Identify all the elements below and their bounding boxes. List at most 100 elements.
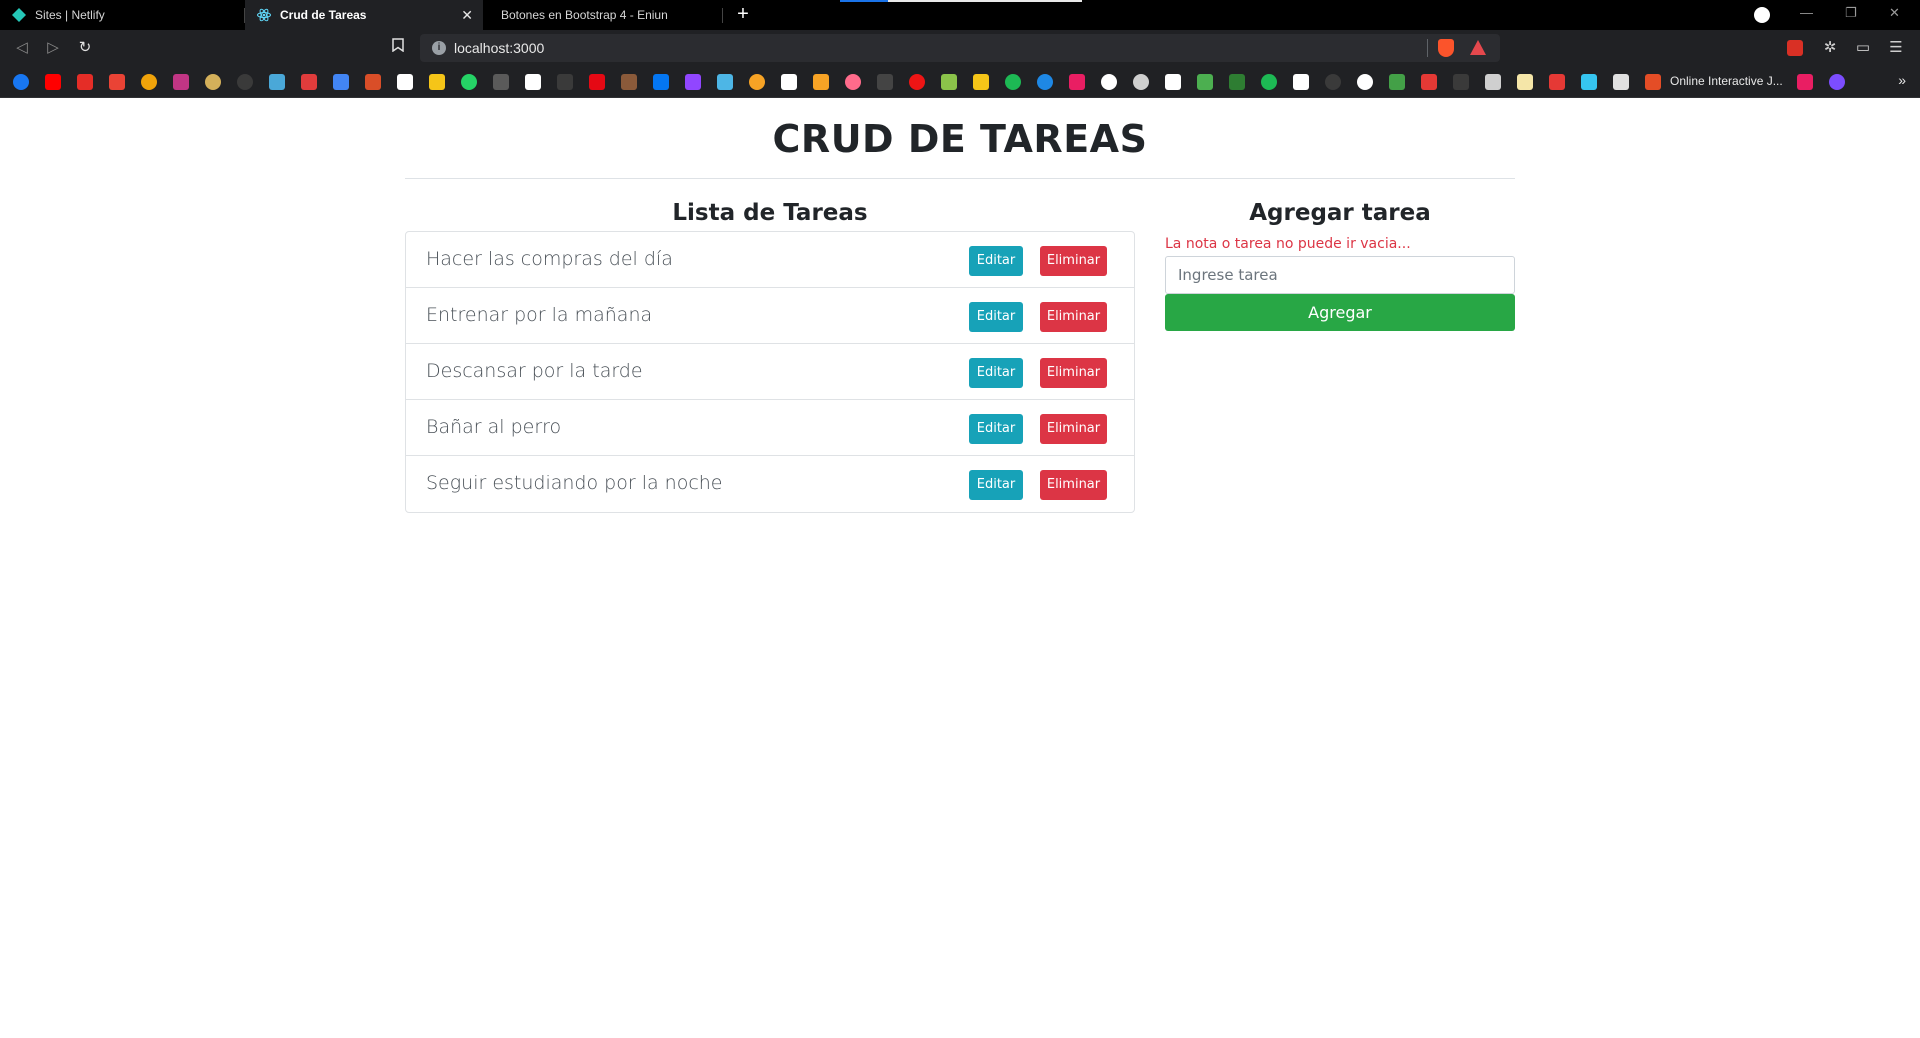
bookmark-icon[interactable] bbox=[1485, 74, 1501, 90]
github-icon[interactable] bbox=[1101, 74, 1117, 90]
bookmark-icon[interactable] bbox=[1389, 74, 1405, 90]
bookmark-icon[interactable] bbox=[1829, 74, 1845, 90]
google-icon[interactable] bbox=[1357, 74, 1373, 90]
bookmark-icon[interactable] bbox=[557, 74, 573, 90]
google-translate-icon[interactable] bbox=[333, 74, 349, 90]
close-icon[interactable]: ✕ bbox=[461, 7, 473, 24]
add-button[interactable]: Agregar bbox=[1165, 294, 1515, 331]
bookmark-icon[interactable] bbox=[973, 74, 989, 90]
bookmark-icon[interactable] bbox=[141, 74, 157, 90]
bookmark-icon[interactable] bbox=[1613, 74, 1629, 90]
delete-button[interactable]: Eliminar bbox=[1040, 470, 1107, 500]
bookmark-icon[interactable] bbox=[429, 74, 445, 90]
bookmark-icon[interactable] bbox=[717, 74, 733, 90]
delete-button[interactable]: Eliminar bbox=[1040, 246, 1107, 276]
brave-rewards-icon[interactable] bbox=[1470, 40, 1486, 55]
youtube-music-icon[interactable] bbox=[77, 74, 93, 90]
bookmark-icon[interactable] bbox=[781, 74, 797, 90]
netflix-icon[interactable] bbox=[589, 74, 605, 90]
page-content: CRUD DE TAREAS Lista de Tareas Hacer las… bbox=[0, 99, 1920, 1038]
bookmark-icon[interactable] bbox=[1037, 74, 1053, 90]
gmail-icon[interactable] bbox=[109, 74, 125, 90]
window-close-icon[interactable]: ✕ bbox=[1889, 5, 1900, 21]
edit-button[interactable]: Editar bbox=[969, 246, 1023, 276]
bookmark-icon[interactable] bbox=[653, 74, 669, 90]
tab-title: Crud de Tareas bbox=[280, 8, 367, 22]
loading-indicator-track bbox=[888, 0, 1082, 2]
bookmark-icon[interactable] bbox=[749, 74, 765, 90]
extension-icon[interactable] bbox=[1787, 40, 1803, 56]
list-item: Entrenar por la mañana Editar Eliminar bbox=[406, 288, 1134, 344]
new-tab-button[interactable]: + bbox=[732, 3, 754, 25]
amazon-icon[interactable] bbox=[525, 74, 541, 90]
bookmark-icon[interactable] bbox=[1797, 74, 1813, 90]
bookmark-icon[interactable] bbox=[205, 74, 221, 90]
bookmark-icon[interactable] bbox=[877, 74, 893, 90]
twitch-icon[interactable] bbox=[685, 74, 701, 90]
bookmark-icon[interactable] bbox=[1069, 74, 1085, 90]
bookmark-icon[interactable] bbox=[1421, 74, 1437, 90]
task-text: Seguir estudiando por la noche bbox=[426, 472, 723, 494]
forward-icon[interactable]: ▷ bbox=[43, 38, 63, 58]
delete-button[interactable]: Eliminar bbox=[1040, 302, 1107, 332]
bookmark-icon[interactable] bbox=[1293, 74, 1309, 90]
bookmark-icon[interactable] bbox=[845, 74, 861, 90]
edit-button[interactable]: Editar bbox=[969, 414, 1023, 444]
tab-botones-bootstrap[interactable]: Botones en Bootstrap 4 - Eniun bbox=[489, 0, 721, 30]
bookmark-icon[interactable] bbox=[301, 74, 317, 90]
minimize-icon[interactable]: — bbox=[1800, 5, 1813, 20]
bookmark-icon[interactable] bbox=[1549, 74, 1565, 90]
edit-button[interactable]: Editar bbox=[969, 470, 1023, 500]
divider bbox=[405, 178, 1515, 179]
task-text: Descansar por la tarde bbox=[426, 360, 643, 382]
bookmark-icon[interactable] bbox=[1165, 74, 1181, 90]
slack-icon[interactable] bbox=[1581, 74, 1597, 90]
delete-button[interactable]: Eliminar bbox=[1040, 414, 1107, 444]
whatsapp-icon[interactable] bbox=[461, 74, 477, 90]
list-item: Descansar por la tarde Editar Eliminar bbox=[406, 344, 1134, 400]
menu-icon[interactable]: ☰ bbox=[1886, 38, 1906, 58]
bookmark-icon[interactable] bbox=[388, 38, 408, 58]
bookmark-icon[interactable] bbox=[1453, 74, 1469, 90]
bookmark-folder-label[interactable]: Online Interactive J... bbox=[1670, 74, 1783, 88]
site-info-icon[interactable]: i bbox=[432, 41, 446, 55]
bookmark-icon[interactable] bbox=[365, 74, 381, 90]
tab-netlify[interactable]: Sites | Netlify bbox=[0, 0, 244, 30]
brave-shields-icon[interactable] bbox=[1438, 39, 1454, 57]
bookmark-icon[interactable] bbox=[941, 74, 957, 90]
page-title: CRUD DE TAREAS bbox=[772, 117, 1148, 161]
restore-icon[interactable]: ❐ bbox=[1845, 5, 1857, 21]
reload-icon[interactable]: ↻ bbox=[75, 38, 95, 58]
bookmark-icon[interactable] bbox=[813, 74, 829, 90]
bookmark-icon[interactable] bbox=[1517, 74, 1533, 90]
bookmark-icon[interactable] bbox=[1005, 74, 1021, 90]
facebook-icon[interactable] bbox=[13, 74, 29, 90]
bookmark-icon[interactable] bbox=[397, 74, 413, 90]
bookmark-icon[interactable] bbox=[1229, 74, 1245, 90]
profile-icon[interactable] bbox=[1754, 7, 1770, 23]
bookmark-icon[interactable] bbox=[493, 74, 509, 90]
tab-title: Botones en Bootstrap 4 - Eniun bbox=[501, 8, 668, 22]
tab-crud-de-tareas[interactable]: Crud de Tareas ✕ bbox=[245, 0, 483, 30]
youtube-icon[interactable] bbox=[45, 74, 61, 90]
spotify-icon[interactable] bbox=[1261, 74, 1277, 90]
back-icon[interactable]: ◁ bbox=[12, 38, 32, 58]
delete-button[interactable]: Eliminar bbox=[1040, 358, 1107, 388]
extensions-puzzle-icon[interactable]: ✲ bbox=[1820, 38, 1840, 58]
bookmark-icon[interactable] bbox=[1325, 74, 1341, 90]
bookmarks-bar: Online Interactive J... » bbox=[0, 66, 1920, 98]
bookmark-icon[interactable] bbox=[269, 74, 285, 90]
more-bookmarks-icon[interactable]: » bbox=[1898, 72, 1906, 88]
bookmark-icon[interactable] bbox=[621, 74, 637, 90]
html5-icon[interactable] bbox=[1645, 74, 1661, 90]
wallet-icon[interactable]: ▭ bbox=[1853, 38, 1873, 58]
task-input[interactable] bbox=[1165, 256, 1515, 294]
bookmark-icon[interactable] bbox=[1197, 74, 1213, 90]
edit-button[interactable]: Editar bbox=[969, 358, 1023, 388]
bookmark-icon[interactable] bbox=[237, 74, 253, 90]
address-bar[interactable]: i localhost:3000 bbox=[420, 34, 1500, 62]
edit-button[interactable]: Editar bbox=[969, 302, 1023, 332]
instagram-icon[interactable] bbox=[173, 74, 189, 90]
pokeball-icon[interactable] bbox=[909, 74, 925, 90]
bookmark-icon[interactable] bbox=[1133, 74, 1149, 90]
